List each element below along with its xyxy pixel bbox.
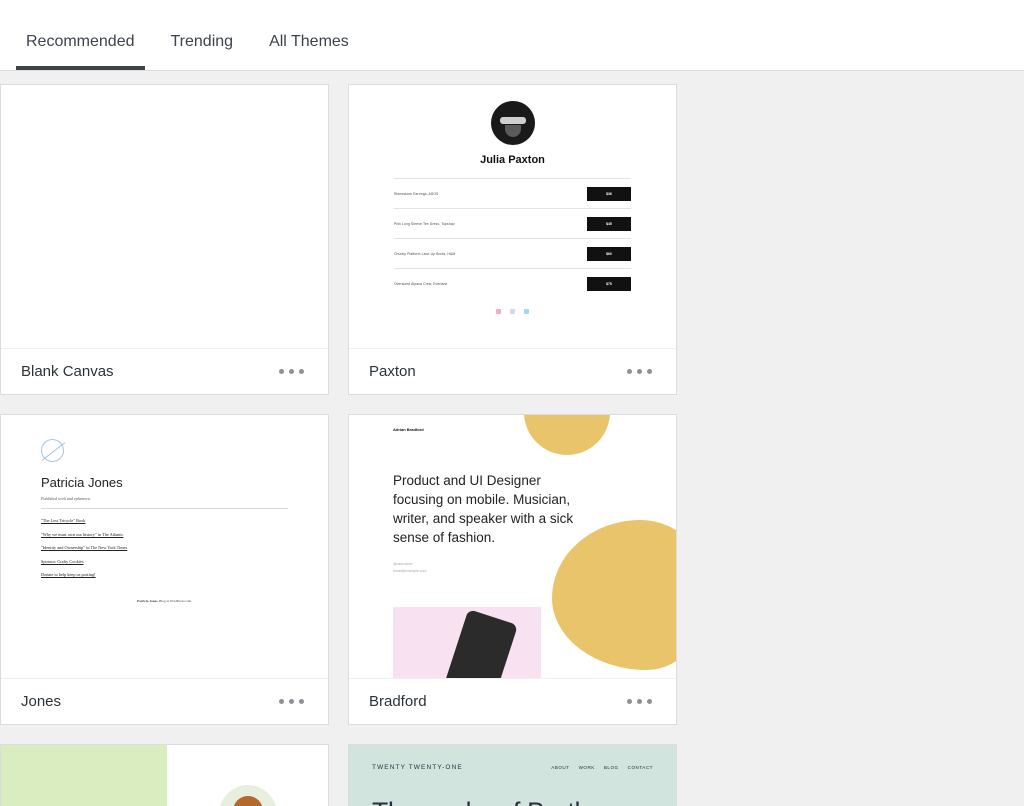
circle-slash-icon <box>41 439 64 462</box>
theme-preview-blank-canvas[interactable] <box>1 85 328 349</box>
product-price: $75 <box>587 277 631 291</box>
product-row: Rhinestone Earrings, ASOS $36 <box>394 178 631 208</box>
twitter-icon <box>524 309 529 314</box>
product-row: Chunky Platform Lace-Up Boots, H&M $60 <box>394 238 631 268</box>
preview-contact: @username email@example.com <box>393 561 427 575</box>
tab-recommended[interactable]: Recommended <box>8 34 153 70</box>
more-options-icon[interactable] <box>275 361 308 382</box>
snapchat-icon <box>510 309 515 314</box>
product-price: $45 <box>587 217 631 231</box>
preview-site-title: Julia Paxton <box>394 154 631 166</box>
more-options-icon[interactable] <box>623 691 656 712</box>
theme-card-footer: Paxton <box>349 349 676 394</box>
camera-photo <box>1 745 167 806</box>
preview-handle: @username <box>393 561 427 568</box>
theme-preview-jones[interactable]: Patricia Jones Published work and epheme… <box>1 415 328 679</box>
product-row: Oversized Alpaca Crew, Everlane $75 <box>394 268 631 298</box>
preview-site-title: Adrian Bradford <box>393 427 424 432</box>
tab-trending[interactable]: Trending <box>153 34 252 70</box>
preview-headline: Product and UI Designer focusing on mobi… <box>393 471 588 548</box>
more-options-icon[interactable] <box>623 361 656 382</box>
more-options-icon[interactable] <box>275 691 308 712</box>
theme-name: Bradford <box>369 693 427 710</box>
theme-card-baker[interactable]: Jasmine Baker Hello! I am a photographer… <box>0 744 329 806</box>
avatar <box>491 101 535 145</box>
theme-preview-bradford[interactable]: Adrian Bradford Product and UI Designer … <box>349 415 676 679</box>
preview-footer: Patricia Jones, Blog at WordPress.com. <box>41 599 288 603</box>
product-price: $60 <box>587 247 631 261</box>
preview-site-title: Patricia Jones <box>41 475 288 490</box>
nav-item: CONTACT <box>628 765 653 770</box>
preview-email: email@example.com <box>393 568 427 575</box>
theme-name: Jones <box>21 693 61 710</box>
divider <box>41 508 288 509</box>
preview-nav: ABOUT WORK BLOG CONTACT <box>551 765 653 770</box>
product-label: Pink Long Sleeve Tee Dress, Topshop <box>394 222 455 226</box>
product-label: Chunky Platform Lace-Up Boots, H&M <box>394 252 455 256</box>
theme-name: Blank Canvas <box>21 363 114 380</box>
product-row: Pink Long Sleeve Tee Dress, Topshop $45 <box>394 208 631 238</box>
theme-card-footer: Blank Canvas <box>1 349 328 394</box>
preview-headline: The works of Berthe Morisot, 1800s-era F… <box>372 796 653 806</box>
theme-card-twenty-twenty-one[interactable]: TWENTY TWENTY-ONE ABOUT WORK BLOG CONTAC… <box>348 744 677 806</box>
preview-link: "The Lost Tricycle" Book <box>41 518 288 523</box>
tab-all-themes[interactable]: All Themes <box>251 34 367 70</box>
theme-preview-paxton[interactable]: Julia Paxton Rhinestone Earrings, ASOS $… <box>349 85 676 349</box>
nav-item: BLOG <box>604 765 619 770</box>
instagram-icon <box>496 309 501 314</box>
nav-item: ABOUT <box>551 765 569 770</box>
theme-grid: Blank Canvas Julia Paxton Rhinestone Ear… <box>0 71 1024 806</box>
theme-card-footer: Bradford <box>349 679 676 724</box>
theme-name: Paxton <box>369 363 416 380</box>
social-links <box>394 309 631 314</box>
preview-link: Donate to help keep us posting! <box>41 572 288 577</box>
preview-link: "Identity and Ownership" in The New York… <box>41 545 288 550</box>
product-label: Oversized Alpaca Crew, Everlane <box>394 282 447 286</box>
product-label: Rhinestone Earrings, ASOS <box>394 192 438 196</box>
preview-footer-text: , Blog at WordPress.com. <box>157 599 192 603</box>
avatar <box>219 785 277 806</box>
preview-link: "Why we must own our history" in The Atl… <box>41 532 288 537</box>
theme-filter-tabs: Recommended Trending All Themes <box>0 0 1024 71</box>
decorative-blob <box>524 415 610 455</box>
theme-preview-twenty-twenty-one[interactable]: TWENTY TWENTY-ONE ABOUT WORK BLOG CONTAC… <box>349 745 676 806</box>
theme-card-blank-canvas[interactable]: Blank Canvas <box>0 84 329 395</box>
nav-item: WORK <box>579 765 595 770</box>
preview-footer-name: Patricia Jones <box>137 599 157 603</box>
preview-site-title: TWENTY TWENTY-ONE <box>372 764 463 771</box>
theme-card-footer: Jones <box>1 679 328 724</box>
theme-card-jones[interactable]: Patricia Jones Published work and epheme… <box>0 414 329 725</box>
preview-tagline: Published work and ephemera. <box>41 496 288 501</box>
preview-link: Sponsor: Crafty Cookies <box>41 559 288 564</box>
theme-preview-baker[interactable]: Jasmine Baker Hello! I am a photographer… <box>1 745 328 806</box>
product-price: $36 <box>587 187 631 201</box>
theme-card-bradford[interactable]: Adrian Bradford Product and UI Designer … <box>348 414 677 725</box>
theme-card-paxton[interactable]: Julia Paxton Rhinestone Earrings, ASOS $… <box>348 84 677 395</box>
